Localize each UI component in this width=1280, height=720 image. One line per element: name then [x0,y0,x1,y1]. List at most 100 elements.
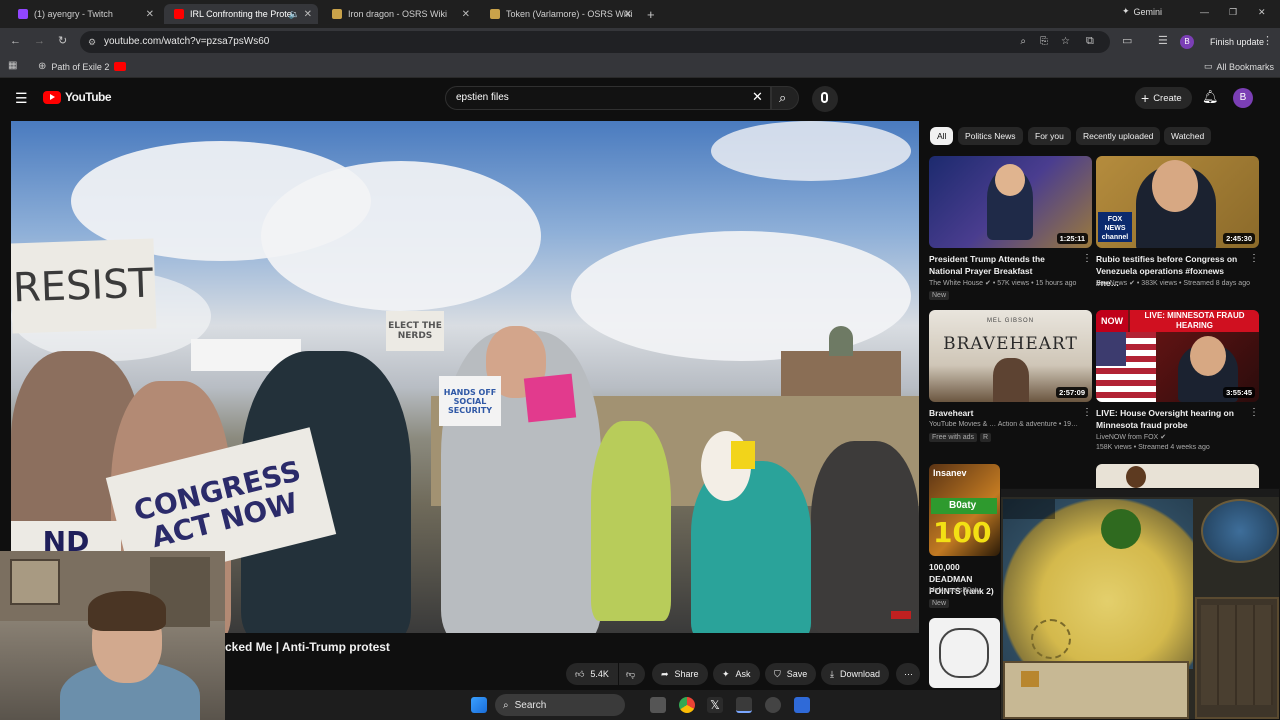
calculator-icon[interactable] [794,697,810,713]
back-icon[interactable]: ← [10,36,21,47]
menu-dots-icon[interactable]: ⋮ [1262,36,1273,47]
hamburger-menu-icon[interactable]: ☰ [15,91,28,105]
windows-start-icon[interactable] [471,697,487,713]
plus-icon: + [1141,90,1150,106]
recommendation-meta: YouTube Movies & … Action & adventure • … [929,421,1089,428]
kebab-menu-icon[interactable]: ⋮ [1249,253,1259,264]
tab-twitch[interactable]: (1) ayengry - Twitch ✕ [8,4,160,24]
taskbar-search[interactable]: ⌕ Search [495,694,625,716]
ask-button[interactable]: ✦ Ask [713,663,760,685]
channel-name[interactable]: LiveNOW from FOX [1096,434,1158,441]
recommendation-title[interactable]: LIVE: House Oversight hearing on Minneso… [1096,407,1246,431]
sparkle-icon: ✦ [722,668,730,679]
sidepanel-icon[interactable]: ▭ [1122,36,1132,47]
channel-name[interactable]: The White House [929,280,983,287]
minimize-icon[interactable]: — [1200,8,1209,17]
download-button[interactable]: ⤓ Download [821,663,890,685]
video-thumbnail[interactable]: NOW LIVE: MINNESOTA FRAUD HEARING 3:55:4… [1096,310,1259,402]
close-icon[interactable]: ✕ [304,9,312,20]
recommendation-card[interactable]: FOX NEWS channel 2:45:30 Rubio testifies… [1096,156,1261,306]
like-button[interactable]: 👍︎ 5.4K [566,663,618,685]
address-bar[interactable]: ⚙ youtube.com/watch?v=pzsa7psWs60 ⌕ ⎘ ☆ [80,31,1110,53]
kebab-menu-icon[interactable]: ⋮ [1082,253,1092,264]
tab-label: Token (Varlamore) - OSRS Wiki [506,9,633,19]
bookmark-star-icon[interactable]: ☆ [1061,31,1070,53]
site-info-icon[interactable]: ⚙ [88,31,96,53]
close-window-icon[interactable]: ✕ [1258,8,1266,17]
recommendation-meta: Fox News ✔ • 383K views • Streamed 8 day… [1096,279,1256,287]
install-icon[interactable]: ⎘ [1040,31,1048,53]
recommendation-card[interactable]: 1:25:11 President Trump Attends the Nati… [929,156,1094,306]
save-button[interactable]: ⛉ Save [765,663,817,685]
search-button[interactable]: ⌕ [771,86,799,110]
gemini-button[interactable]: ✦ Gemini [1122,6,1162,17]
bookmark-poe2[interactable]: ⊕ Path of Exile 2 [38,61,109,72]
video-thumbnail[interactable] [1096,464,1259,488]
new-tab-icon[interactable]: + [647,8,655,21]
video-thumbnail[interactable]: 1:25:11 [929,156,1092,248]
share-button[interactable]: ➦ Share [652,663,708,685]
recommendation-card[interactable]: MEL GIBSON BRAVEHEART 2:57:09 Braveheart… [929,310,1094,460]
extensions-icon[interactable]: ⧉ [1086,36,1094,47]
close-icon[interactable]: ✕ [624,9,632,20]
kebab-menu-icon[interactable]: ⋮ [1082,407,1092,418]
browser-tab-strip: (1) ayengry - Twitch ✕ IRL Confronting t… [0,0,1280,28]
create-button[interactable]: + Create [1135,87,1192,109]
hair [88,591,166,631]
close-icon[interactable]: ✕ [462,9,470,20]
search-input[interactable]: epstien files [445,86,771,110]
finish-update-button[interactable]: Finish update [1210,37,1264,47]
recommendation-title[interactable]: Braveheart [929,407,1079,419]
video-thumbnail[interactable] [929,618,1000,688]
chip-recently-uploaded[interactable]: Recently uploaded [1076,127,1161,145]
profile-avatar[interactable]: B [1180,35,1194,49]
channel-name[interactable]: MyNameIsB0aty [929,587,999,594]
apps-grid-icon[interactable]: ▦ [8,61,17,71]
close-icon[interactable]: ✕ [146,9,154,20]
channel-name[interactable]: YouTube Movies & … Action & adventure • … [929,421,1078,428]
thumbs-up-icon: 👍︎ [575,668,585,679]
recommendation-title[interactable]: President Trump Attends the National Pra… [929,253,1079,277]
video-thumbnail[interactable]: Insanev B0aty 100 [929,464,1000,556]
chip-watched[interactable]: Watched [1164,127,1212,145]
speaker-icon[interactable]: 🔈 [289,9,300,20]
minimap[interactable] [1201,499,1279,563]
maximize-icon[interactable]: ❐ [1229,8,1237,17]
clear-search-icon[interactable]: ✕ [752,90,763,103]
task-view-icon[interactable] [650,697,666,713]
youtube-bookmark-icon[interactable] [114,62,126,71]
tab-osrs-iron-dragon[interactable]: Iron dragon - OSRS Wiki ✕ [322,4,476,24]
video-thumbnail[interactable]: MEL GIBSON BRAVEHEART 2:57:09 [929,310,1092,402]
forward-icon[interactable]: → [34,36,45,47]
video-thumbnail[interactable]: FOX NEWS channel 2:45:30 [1096,156,1259,248]
channel-name[interactable]: Fox News [1096,280,1127,287]
chip-politics-news[interactable]: Politics News [958,127,1023,145]
steam-icon[interactable] [765,697,781,713]
voice-search-button[interactable] [812,86,838,112]
dislike-button[interactable]: 👎︎ [619,663,645,685]
all-bookmarks-button[interactable]: ▭ All Bookmarks [1204,61,1274,72]
runelite-icon[interactable] [736,697,752,713]
duration-badge: 2:45:30 [1223,233,1255,244]
url-text: youtube.com/watch?v=pzsa7psWs60 [104,36,270,47]
tab-youtube-active[interactable]: IRL Confronting the Protes 🔈 ✕ [164,4,318,24]
bookmark-label: Path of Exile 2 [51,61,110,72]
inventory-grid[interactable] [1201,605,1273,705]
chip-for-you[interactable]: For you [1028,127,1071,145]
zoom-icon[interactable]: ⌕ [1020,31,1026,53]
more-actions-button[interactable]: ⋯ [896,663,920,685]
recommendation-card[interactable]: NOW LIVE: MINNESOTA FRAUD HEARING 3:55:4… [1096,310,1261,460]
downloads-icon[interactable]: ☰ [1158,36,1168,47]
x-app-icon[interactable]: 𝕏 [707,697,723,713]
account-avatar[interactable]: B [1233,88,1253,108]
kebab-menu-icon[interactable]: ⋮ [1249,407,1259,418]
folder-icon: ▭ [1204,61,1213,71]
chrome-icon[interactable] [679,697,695,713]
tab-osrs-token[interactable]: Token (Varlamore) - OSRS Wiki ✕ [480,4,638,24]
chip-all[interactable]: All [930,127,954,145]
notifications-bell-icon[interactable]: 🔔︎ [1202,90,1219,103]
osrs-wiki-icon [490,9,500,19]
reload-icon[interactable]: ↻ [58,36,67,47]
youtube-logo[interactable]: YouTube [43,90,112,104]
search-icon: ⌕ [779,90,787,105]
